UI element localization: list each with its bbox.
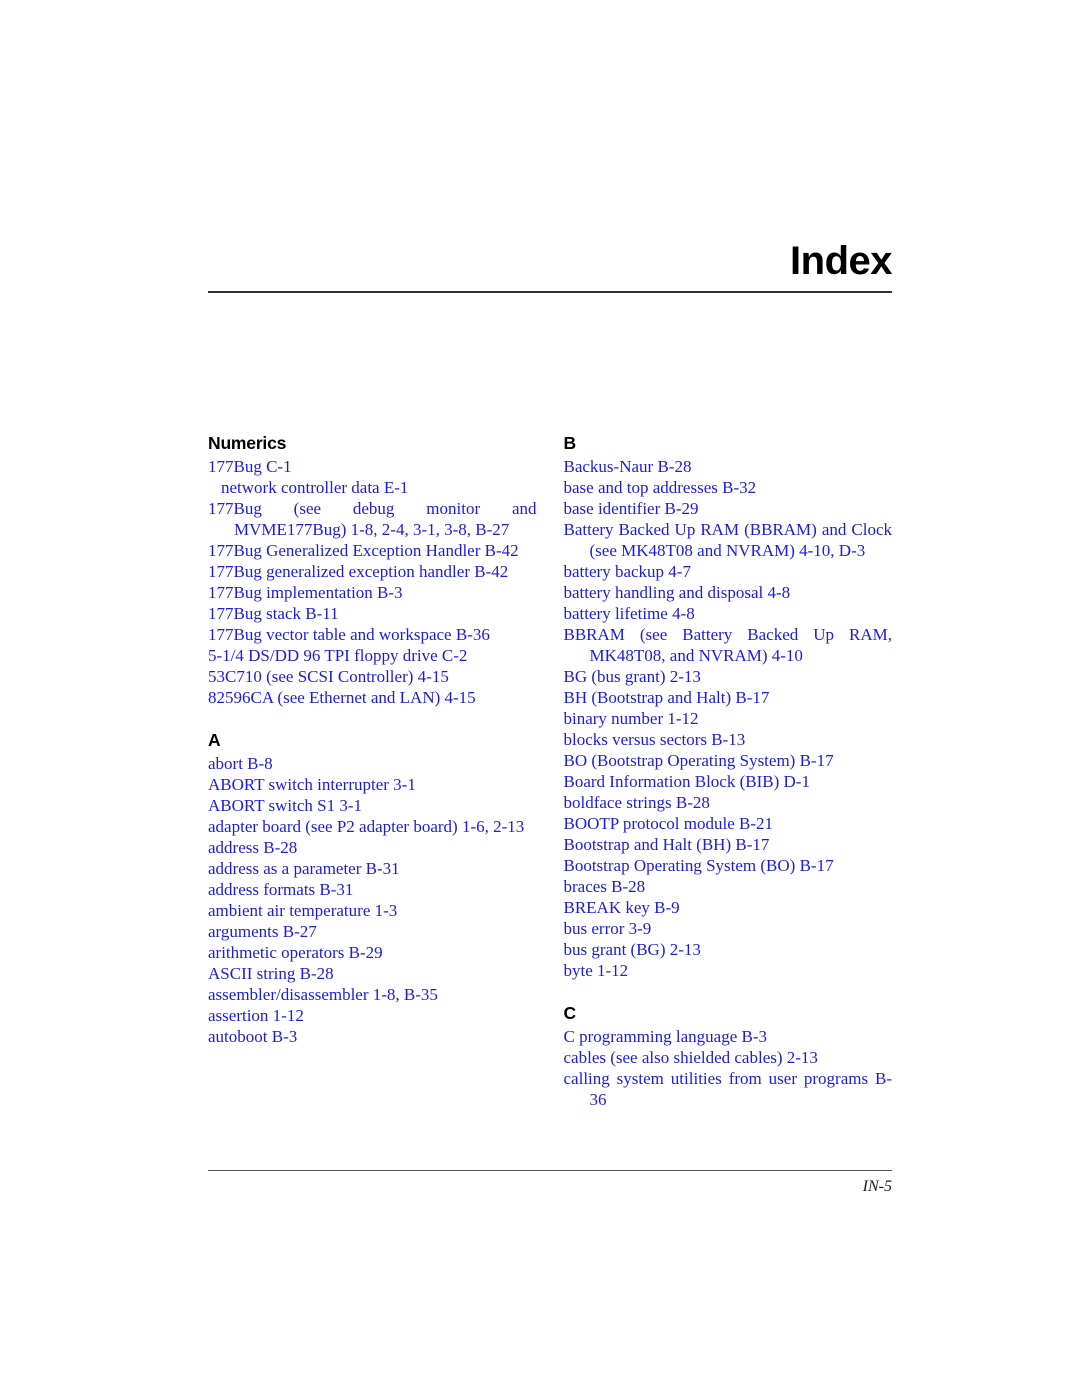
index-entry[interactable]: address B-28 (208, 837, 537, 858)
index-entry[interactable]: Bootstrap Operating System (BO) B-17 (564, 855, 893, 876)
index-entry[interactable]: address formats B-31 (208, 879, 537, 900)
index-entry[interactable]: Battery Backed Up RAM (BBRAM) and Clock … (564, 519, 893, 561)
index-entry[interactable]: autoboot B-3 (208, 1026, 537, 1047)
index-entry[interactable]: binary number 1-12 (564, 708, 893, 729)
index-entry[interactable]: 177Bug implementation B-3 (208, 582, 537, 603)
index-entry[interactable]: BG (bus grant) 2-13 (564, 666, 893, 687)
index-entry[interactable]: Bootstrap and Halt (BH) B-17 (564, 834, 893, 855)
index-entry[interactable]: ABORT switch interrupter 3-1 (208, 774, 537, 795)
section-heading: B (563, 433, 577, 453)
section-heading: C (563, 1003, 577, 1023)
index-entry[interactable]: assertion 1-12 (208, 1005, 537, 1026)
index-columns: Numerics 177Bug C-1 network controller dat… (208, 432, 892, 1110)
index-entry[interactable]: 177Bug stack B-11 (208, 603, 537, 624)
index-entry[interactable]: base and top addresses B-32 (564, 477, 893, 498)
index-entry[interactable]: byte 1-12 (564, 960, 893, 981)
index-entry[interactable]: ASCII string B-28 (208, 963, 537, 984)
index-entry-list: C programming language B-3 cables (see al… (564, 1026, 893, 1110)
index-entry[interactable]: network controller data E-1 (208, 477, 537, 498)
page-number: IN-5 (862, 1178, 892, 1195)
index-entry[interactable]: 177Bug generalized exception handler B-4… (208, 561, 537, 582)
index-entry[interactable]: 177Bug Generalized Exception Handler B-4… (208, 540, 537, 561)
index-entry[interactable]: BOOTP protocol module B-21 (564, 813, 893, 834)
index-entry[interactable]: boldface strings B-28 (564, 792, 893, 813)
index-entry-list: abort B-8 ABORT switch interrupter 3-1 ABO… (208, 753, 537, 1047)
page-footer: IN-5 (208, 1170, 892, 1197)
index-entry[interactable]: 82596CA (see Ethernet and LAN) 4-15 (208, 687, 537, 708)
index-entry[interactable]: battery handling and disposal 4-8 (564, 582, 893, 603)
index-section-a: Aabort B-8 ABORT switch interrupter 3-1 AB… (208, 729, 537, 1047)
index-entry[interactable]: base identifier B-29 (564, 498, 893, 519)
index-entry[interactable]: bus error 3-9 (564, 918, 893, 939)
index-page: Index Numerics 177Bug C-1 network controll… (0, 0, 1080, 1397)
section-heading: A (208, 730, 221, 750)
index-entry[interactable]: abort B-8 (208, 753, 537, 774)
index-entry[interactable]: C programming language B-3 (564, 1026, 893, 1047)
index-entry[interactable]: 5-1/4 DS/DD 96 TPI floppy drive C-2 (208, 645, 537, 666)
index-entry[interactable]: 53C710 (see SCSI Controller) 4-15 (208, 666, 537, 687)
index-entry[interactable]: Backus-Naur B-28 (564, 456, 893, 477)
index-entry[interactable]: arguments B-27 (208, 921, 537, 942)
left-column: Numerics 177Bug C-1 network controller dat… (208, 432, 537, 1047)
section-heading: Numerics (208, 433, 287, 453)
index-entry[interactable]: braces B-28 (564, 876, 893, 897)
index-entry[interactable]: BO (Bootstrap Operating System) B-17 (564, 750, 893, 771)
index-section-numerics: Numerics 177Bug C-1 network controller dat… (208, 432, 537, 708)
index-entry[interactable]: BBRAM (see Battery Backed Up RAM, MK48T0… (564, 624, 893, 666)
index-entry-list: 177Bug C-1 network controller data E-1 177… (208, 456, 537, 708)
right-column: B Backus-Naur B-28 base and top addresses … (564, 432, 893, 1110)
index-entry[interactable]: ABORT switch S1 3-1 (208, 795, 537, 816)
index-entry[interactable]: adapter board (see P2 adapter board) 1-6… (208, 816, 537, 837)
index-section-b: B Backus-Naur B-28 base and top addresses … (564, 432, 893, 981)
index-entry[interactable]: BH (Bootstrap and Halt) B-17 (564, 687, 893, 708)
index-entry[interactable]: 177Bug (see debug monitor and MVME177Bug… (208, 498, 537, 540)
index-entry[interactable]: BREAK key B-9 (564, 897, 893, 918)
index-entry[interactable]: blocks versus sectors B-13 (564, 729, 893, 750)
page-header: Index (208, 238, 893, 293)
index-entry[interactable]: arithmetic operators B-29 (208, 942, 537, 963)
index-entry[interactable]: Board Information Block (BIB) D-1 (564, 771, 893, 792)
index-entry[interactable]: calling system utilities from user progr… (564, 1068, 893, 1110)
index-entry[interactable]: assembler/disassembler 1-8, B-35 (208, 984, 537, 1005)
index-entry[interactable]: bus grant (BG) 2-13 (564, 939, 893, 960)
index-entry-list: Backus-Naur B-28 base and top addresses B… (564, 456, 893, 981)
footer-divider (208, 1170, 892, 1171)
index-entry[interactable]: battery lifetime 4-8 (564, 603, 893, 624)
index-section-c: C C programming language B-3 cables (see a… (564, 1002, 893, 1110)
index-entry[interactable]: battery backup 4-7 (564, 561, 893, 582)
header-divider (208, 291, 892, 293)
index-entry[interactable]: address as a parameter B-31 (208, 858, 537, 879)
index-entry[interactable]: ambient air temperature 1-3 (208, 900, 537, 921)
index-entry[interactable]: 177Bug C-1 (208, 456, 537, 477)
page-title: Index (790, 239, 892, 283)
index-entry[interactable]: cables (see also shielded cables) 2-13 (564, 1047, 893, 1068)
index-entry[interactable]: 177Bug vector table and workspace B-36 (208, 624, 537, 645)
